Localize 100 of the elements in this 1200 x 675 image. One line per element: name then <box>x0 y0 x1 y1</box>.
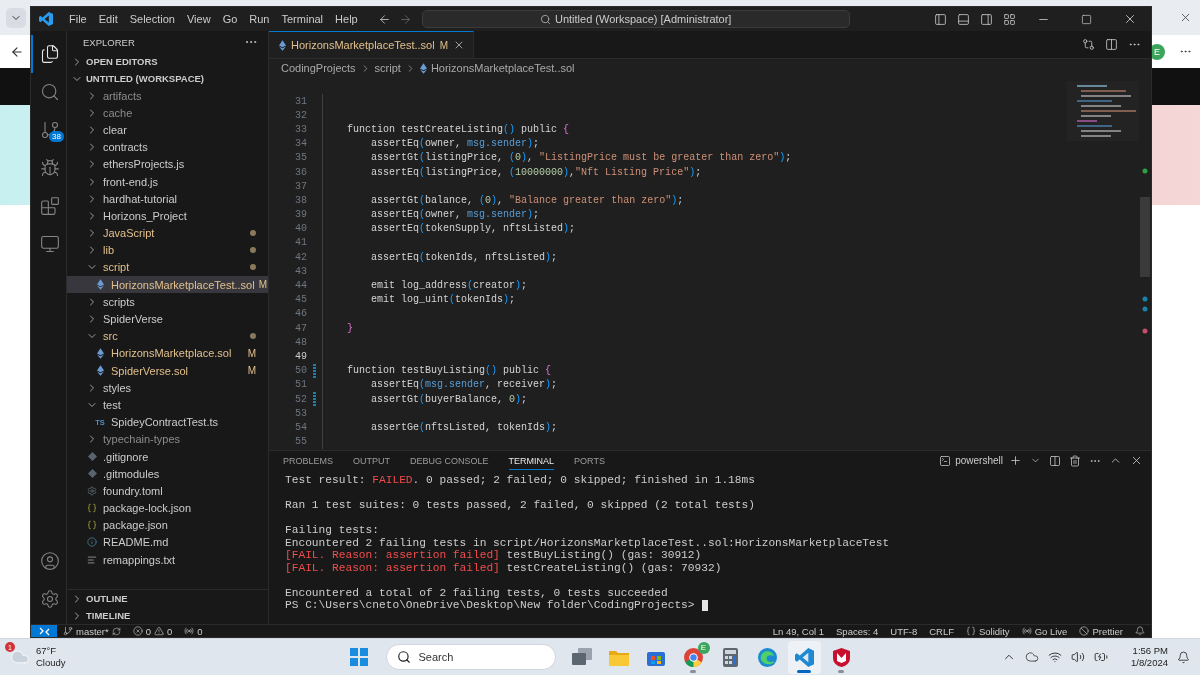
terminal-selector[interactable]: powershell <box>939 454 1003 467</box>
menu-item[interactable]: Run <box>243 13 276 25</box>
account-icon[interactable] <box>40 551 60 571</box>
tree-item[interactable]: contracts <box>67 138 268 156</box>
split-editor-icon[interactable] <box>1105 38 1118 51</box>
secondary-sidebar-icon[interactable] <box>980 12 993 26</box>
status-item[interactable]: UTF-8 <box>884 625 924 637</box>
back-icon[interactable] <box>377 12 391 26</box>
panel-toggle-icon[interactable] <box>957 12 970 26</box>
wifi-icon[interactable] <box>1048 650 1062 664</box>
warning-count[interactable]: 0 <box>167 625 173 637</box>
menu-item[interactable]: Edit <box>92 13 124 25</box>
tree-item[interactable]: typechain-types <box>67 430 268 448</box>
battery-icon[interactable] <box>1094 650 1108 664</box>
close-icon[interactable] <box>1130 454 1143 467</box>
gear-icon <box>87 485 97 496</box>
status-item[interactable]: Ln 49, Col 1 <box>766 625 830 637</box>
tree-item[interactable]: HorizonsMarketplaceTest..sol M <box>67 276 268 294</box>
tree-item[interactable]: ethersProjects.js <box>67 155 268 173</box>
tree-item[interactable]: cache <box>67 104 268 122</box>
search-field[interactable]: Search <box>385 644 556 670</box>
panel-tab[interactable]: PORTS <box>574 451 605 470</box>
layout-icon[interactable] <box>1003 12 1016 26</box>
volume-icon[interactable] <box>1071 650 1085 664</box>
code-line: assertEq(owner, msg.sender); <box>370 209 540 221</box>
tree-item[interactable]: lib <box>67 241 268 259</box>
plus-icon[interactable] <box>1009 454 1022 467</box>
tree-item[interactable]: Horizons_Project <box>67 207 268 225</box>
maximize-icon[interactable] <box>1081 13 1092 25</box>
bell-icon[interactable] <box>1177 650 1190 664</box>
menu-item[interactable]: Selection <box>123 13 181 25</box>
menu-item[interactable]: Help <box>329 13 364 25</box>
menu-item[interactable]: File <box>63 13 93 25</box>
tree-item[interactable]: README.md <box>67 533 268 552</box>
tree-item[interactable]: SpiderVerse.sol M <box>67 362 268 380</box>
tree-item[interactable]: JavaScript <box>67 224 268 242</box>
tree-item[interactable]: foundry.toml <box>67 482 268 500</box>
tree-item[interactable]: clear <box>67 121 268 139</box>
breadcrumb[interactable]: CodingProjects <box>281 62 356 74</box>
clock[interactable]: 1:56 PM 1/8/2024 <box>1131 645 1168 669</box>
activity-tab[interactable]: 38 <box>31 111 67 149</box>
tree-item[interactable]: remappings.txt <box>67 551 268 569</box>
panel-tab[interactable]: TERMINAL <box>508 451 555 470</box>
tree-item[interactable]: SpiderVerse <box>67 310 268 328</box>
trash-icon[interactable] <box>1069 454 1081 467</box>
menu-item[interactable]: View <box>180 13 217 25</box>
breadcrumb[interactable]: script <box>374 62 401 74</box>
command-center[interactable]: Untitled (Workspace) [Administrator] <box>421 10 850 28</box>
running-indicator <box>838 669 844 673</box>
back-icon[interactable] <box>10 44 24 59</box>
tree-item[interactable]: test <box>67 396 268 414</box>
panel-tab[interactable]: DEBUG CONSOLE <box>410 451 489 470</box>
branch-button[interactable]: master* <box>57 625 127 637</box>
tree-item[interactable]: package-lock.json <box>67 499 268 517</box>
settings-icon[interactable] <box>40 589 60 609</box>
compare-icon[interactable] <box>1082 38 1095 51</box>
line-number: 33 <box>294 123 307 135</box>
ports-button[interactable]: 0 <box>178 625 209 637</box>
sidebar-toggle-icon[interactable] <box>934 12 947 26</box>
error-count[interactable]: 0 <box>145 625 152 637</box>
warning-icon <box>154 626 165 636</box>
panel-tab[interactable]: PROBLEMS <box>283 451 333 470</box>
tree-item[interactable]: hardhat-tutorial <box>67 190 268 208</box>
section-header[interactable]: OPEN EDITORS <box>67 53 268 70</box>
status-item[interactable]: Spaces: 4 <box>830 625 885 637</box>
panel-tab[interactable]: OUTPUT <box>353 451 390 470</box>
terminal-line: [FAIL. Reason: assertion failed] testBuyListing() (gas: 30912) <box>285 549 702 562</box>
forward-icon[interactable] <box>398 12 412 26</box>
tree-item[interactable]: front-end.js <box>67 172 268 191</box>
section-header[interactable]: OUTLINE <box>67 590 268 607</box>
line-number: 34 <box>294 138 307 150</box>
status-item[interactable]: Solidity <box>960 625 1016 637</box>
split-icon[interactable] <box>1049 454 1061 467</box>
tree-item[interactable]: .gitmodules <box>67 465 268 483</box>
tree-item[interactable]: scripts <box>67 293 268 311</box>
editor-tab[interactable]: HorizonsMarketplaceTest..sol M <box>269 31 474 58</box>
tab-list-button[interactable] <box>6 7 26 28</box>
status-item[interactable]: CRLF <box>923 625 960 637</box>
section-header[interactable]: TIMELINE <box>67 607 268 624</box>
tree-item[interactable]: HorizonsMarketplace.sol M <box>67 344 268 362</box>
tree-item[interactable]: package.json <box>67 516 268 534</box>
remote-button[interactable] <box>31 625 57 637</box>
menu-item[interactable]: Go <box>216 13 244 25</box>
breadcrumb[interactable]: HorizonsMarketplaceTest..sol <box>430 62 575 74</box>
tree-item[interactable]: script <box>67 258 268 277</box>
calculator-icon <box>722 647 738 667</box>
bell-icon[interactable] <box>1135 626 1145 636</box>
status-item[interactable]: Go Live <box>1015 625 1074 637</box>
close-icon[interactable] <box>1179 11 1192 24</box>
taskbar-app[interactable] <box>787 640 821 674</box>
status-item[interactable]: Prettier <box>1073 625 1129 637</box>
menu-item[interactable]: Terminal <box>275 13 330 25</box>
ethereum-icon <box>96 365 104 377</box>
tree-item[interactable]: styles <box>67 379 268 397</box>
section-header[interactable]: UNTITLED (WORKSPACE) <box>67 70 268 87</box>
tree-item[interactable]: .gitignore <box>67 447 268 466</box>
close-icon[interactable] <box>453 39 465 51</box>
terminal-icon <box>939 454 952 467</box>
tree-item[interactable]: src <box>67 327 268 345</box>
tree-item[interactable]: artifacts <box>67 87 268 105</box>
